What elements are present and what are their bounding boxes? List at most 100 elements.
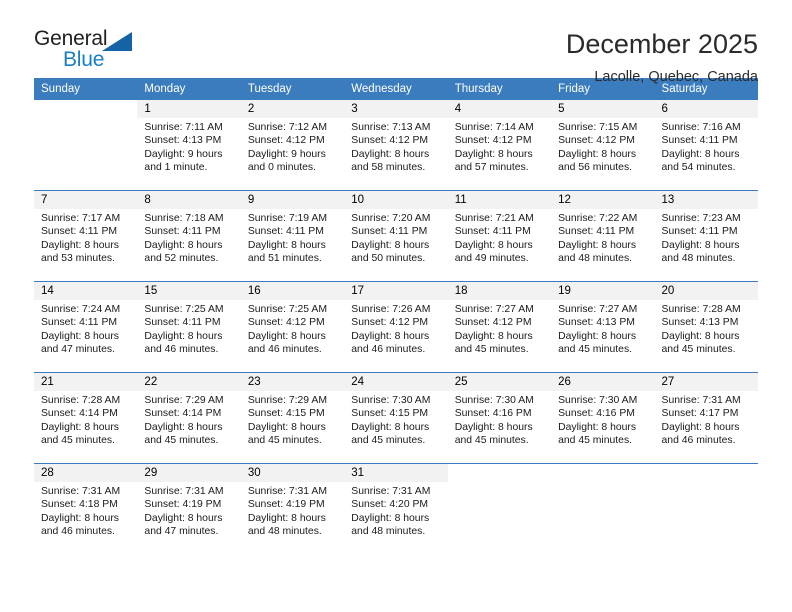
day-number: 13 bbox=[654, 191, 758, 209]
calendar-day-cell[interactable]: 8 Sunrise: 7:18 AM Sunset: 4:11 PM Daylight… bbox=[137, 190, 241, 282]
calendar-day-cell[interactable]: 1 Sunrise: 7:11 AM Sunset: 4:13 PM Daylight… bbox=[137, 100, 241, 191]
calendar-day-cell[interactable]: 24 Sunrise: 7:30 AM Sunset: 4:15 PM Dayligh… bbox=[344, 372, 448, 464]
sunrise-time: Sunrise: 7:21 AM bbox=[454, 213, 534, 224]
calendar-day-cell[interactable]: 31 Sunrise: 7:31 AM Sunset: 4:20 PM Dayligh… bbox=[344, 463, 448, 554]
calendar-day-cell[interactable]: 19 Sunrise: 7:27 AM Sunset: 4:13 PM Dayligh… bbox=[551, 281, 655, 373]
calendar-day-cell[interactable]: 12 Sunrise: 7:22 AM Sunset: 4:11 PM Dayligh… bbox=[551, 190, 655, 282]
daylight-duration-line1: Daylight: 9 hours bbox=[247, 148, 326, 160]
calendar-day-cell[interactable]: 20 Sunrise: 7:28 AM Sunset: 4:13 PM Dayligh… bbox=[654, 281, 758, 373]
logo-text-general: General bbox=[34, 27, 108, 50]
day-number: 12 bbox=[551, 191, 655, 209]
daylight-duration-line2: and 48 minutes. bbox=[247, 526, 322, 538]
sunrise-time: Sunrise: 7:24 AM bbox=[41, 304, 121, 315]
day-number bbox=[654, 464, 758, 482]
day-number: 4 bbox=[447, 100, 552, 118]
sunset-time: Sunset: 4:11 PM bbox=[661, 226, 738, 238]
daylight-duration-line1: Daylight: 8 hours bbox=[558, 239, 637, 251]
calendar-day-cell[interactable]: 2 Sunrise: 7:12 AM Sunset: 4:12 PM Daylight… bbox=[240, 100, 345, 191]
daylight-duration-line2: and 45 minutes. bbox=[454, 344, 529, 356]
daylight-duration-line2: and 49 minutes. bbox=[454, 253, 529, 265]
daylight-duration-line1: Daylight: 8 hours bbox=[351, 421, 430, 433]
day-number: 21 bbox=[34, 373, 138, 391]
daylight-duration-line2: and 47 minutes. bbox=[144, 526, 219, 538]
calendar-day-cell[interactable]: 3 Sunrise: 7:13 AM Sunset: 4:12 PM Daylight… bbox=[344, 100, 448, 191]
weekday-header-thursday: Thursday bbox=[447, 78, 552, 100]
calendar-day-cell[interactable]: 14 Sunrise: 7:24 AM Sunset: 4:11 PM Dayligh… bbox=[34, 281, 138, 373]
calendar-day-cell[interactable]: 5 Sunrise: 7:15 AM Sunset: 4:12 PM Daylight… bbox=[551, 100, 655, 191]
daylight-duration-line1: Daylight: 8 hours bbox=[661, 421, 740, 433]
day-number: 25 bbox=[447, 373, 552, 391]
daylight-duration-line2: and 45 minutes. bbox=[558, 435, 633, 447]
sunrise-time: Sunrise: 7:27 AM bbox=[454, 304, 534, 315]
daylight-duration-line2: and 56 minutes. bbox=[558, 162, 633, 174]
sunset-time: Sunset: 4:11 PM bbox=[144, 226, 221, 238]
calendar-cell-empty bbox=[34, 100, 138, 191]
calendar-cell-empty bbox=[551, 463, 655, 554]
daylight-duration-line1: Daylight: 8 hours bbox=[558, 421, 637, 433]
title-block: December 2025 Lacolle, Quebec, Canada bbox=[566, 28, 758, 84]
day-number bbox=[34, 100, 138, 118]
sunrise-time: Sunrise: 7:28 AM bbox=[661, 304, 741, 315]
daylight-duration-line1: Daylight: 8 hours bbox=[351, 239, 430, 251]
calendar-day-cell[interactable]: 26 Sunrise: 7:30 AM Sunset: 4:16 PM Dayligh… bbox=[551, 372, 655, 464]
daylight-duration-line2: and 46 minutes. bbox=[351, 344, 426, 356]
sunset-time: Sunset: 4:11 PM bbox=[41, 226, 118, 238]
calendar-day-cell[interactable]: 15 Sunrise: 7:25 AM Sunset: 4:11 PM Dayligh… bbox=[137, 281, 241, 373]
sunset-time: Sunset: 4:16 PM bbox=[454, 408, 532, 420]
calendar-day-cell[interactable]: 6 Sunrise: 7:16 AM Sunset: 4:11 PM Daylight… bbox=[654, 100, 758, 191]
daylight-duration-line1: Daylight: 8 hours bbox=[558, 330, 637, 342]
sunrise-time: Sunrise: 7:25 AM bbox=[144, 304, 224, 315]
daylight-duration-line1: Daylight: 8 hours bbox=[144, 239, 223, 251]
sunrise-time: Sunrise: 7:31 AM bbox=[661, 395, 741, 406]
calendar-day-cell[interactable]: 7 Sunrise: 7:17 AM Sunset: 4:11 PM Daylight… bbox=[34, 190, 138, 282]
day-details: Sunrise: 7:16 AM Sunset: 4:11 PM Daylight:… bbox=[655, 118, 758, 175]
sunset-time: Sunset: 4:20 PM bbox=[351, 499, 429, 511]
day-number: 18 bbox=[447, 282, 552, 300]
daylight-duration-line2: and 58 minutes. bbox=[351, 162, 426, 174]
calendar-day-cell[interactable]: 28 Sunrise: 7:31 AM Sunset: 4:18 PM Dayligh… bbox=[34, 463, 138, 554]
general-blue-logo[interactable]: General Blue bbox=[34, 28, 154, 78]
sunset-time: Sunset: 4:11 PM bbox=[247, 226, 324, 238]
calendar-day-cell[interactable]: 13 Sunrise: 7:23 AM Sunset: 4:11 PM Dayligh… bbox=[654, 190, 758, 282]
calendar-day-cell[interactable]: 21 Sunrise: 7:28 AM Sunset: 4:14 PM Dayligh… bbox=[34, 372, 138, 464]
sunrise-time: Sunrise: 7:18 AM bbox=[144, 213, 224, 224]
calendar-day-cell[interactable]: 16 Sunrise: 7:25 AM Sunset: 4:12 PM Dayligh… bbox=[240, 281, 345, 373]
calendar-day-cell[interactable]: 29 Sunrise: 7:31 AM Sunset: 4:19 PM Dayligh… bbox=[137, 463, 241, 554]
daylight-duration-line2: and 45 minutes. bbox=[41, 435, 115, 447]
sunset-time: Sunset: 4:11 PM bbox=[661, 135, 738, 147]
calendar-day-cell[interactable]: 11 Sunrise: 7:21 AM Sunset: 4:11 PM Dayligh… bbox=[447, 190, 552, 282]
calendar-day-cell[interactable]: 18 Sunrise: 7:27 AM Sunset: 4:12 PM Dayligh… bbox=[447, 281, 552, 373]
calendar-day-cell[interactable]: 30 Sunrise: 7:31 AM Sunset: 4:19 PM Dayligh… bbox=[240, 463, 345, 554]
calendar-day-cell[interactable]: 10 Sunrise: 7:20 AM Sunset: 4:11 PM Dayligh… bbox=[344, 190, 448, 282]
day-number: 20 bbox=[654, 282, 758, 300]
daylight-duration-line2: and 48 minutes. bbox=[558, 253, 633, 265]
calendar-day-cell[interactable]: 27 Sunrise: 7:31 AM Sunset: 4:17 PM Dayligh… bbox=[654, 372, 758, 464]
calendar-week-row: 28 Sunrise: 7:31 AM Sunset: 4:18 PM Dayligh… bbox=[34, 463, 758, 554]
triangle-icon bbox=[102, 32, 132, 51]
calendar-day-cell[interactable]: 25 Sunrise: 7:30 AM Sunset: 4:16 PM Dayligh… bbox=[447, 372, 552, 464]
daylight-duration-line2: and 57 minutes. bbox=[454, 162, 529, 174]
day-details: Sunrise: 7:24 AM Sunset: 4:11 PM Daylight:… bbox=[34, 300, 137, 357]
sunrise-time: Sunrise: 7:11 AM bbox=[144, 122, 223, 133]
day-number: 16 bbox=[240, 282, 345, 300]
day-details: Sunrise: 7:18 AM Sunset: 4:11 PM Daylight:… bbox=[137, 209, 240, 266]
calendar-grid: Sunday Monday Tuesday Wednesday Thursday… bbox=[34, 78, 758, 554]
calendar-day-cell[interactable]: 23 Sunrise: 7:29 AM Sunset: 4:15 PM Dayligh… bbox=[240, 372, 345, 464]
day-details: Sunrise: 7:31 AM Sunset: 4:17 PM Daylight:… bbox=[655, 391, 758, 448]
daylight-duration-line1: Daylight: 9 hours bbox=[144, 148, 223, 160]
day-number: 28 bbox=[34, 464, 138, 482]
day-details: Sunrise: 7:11 AM Sunset: 4:13 PM Daylight:… bbox=[137, 118, 240, 175]
sunset-time: Sunset: 4:12 PM bbox=[351, 317, 429, 329]
calendar-day-cell[interactable]: 22 Sunrise: 7:29 AM Sunset: 4:14 PM Dayligh… bbox=[137, 372, 241, 464]
day-details: Sunrise: 7:12 AM Sunset: 4:12 PM Daylight:… bbox=[241, 118, 344, 175]
calendar-day-cell[interactable]: 9 Sunrise: 7:19 AM Sunset: 4:11 PM Daylight… bbox=[240, 190, 345, 282]
sunset-time: Sunset: 4:13 PM bbox=[661, 317, 739, 329]
calendar-day-cell[interactable]: 4 Sunrise: 7:14 AM Sunset: 4:12 PM Daylight… bbox=[447, 100, 552, 191]
calendar-day-cell[interactable]: 17 Sunrise: 7:26 AM Sunset: 4:12 PM Dayligh… bbox=[344, 281, 448, 373]
sunrise-time: Sunrise: 7:31 AM bbox=[247, 486, 327, 497]
day-details: Sunrise: 7:25 AM Sunset: 4:11 PM Daylight:… bbox=[137, 300, 240, 357]
daylight-duration-line1: Daylight: 8 hours bbox=[351, 330, 430, 342]
day-details: Sunrise: 7:30 AM Sunset: 4:15 PM Daylight:… bbox=[344, 391, 447, 448]
day-number: 14 bbox=[34, 282, 138, 300]
page-header: General Blue December 2025 Lacolle, Queb… bbox=[34, 0, 758, 85]
